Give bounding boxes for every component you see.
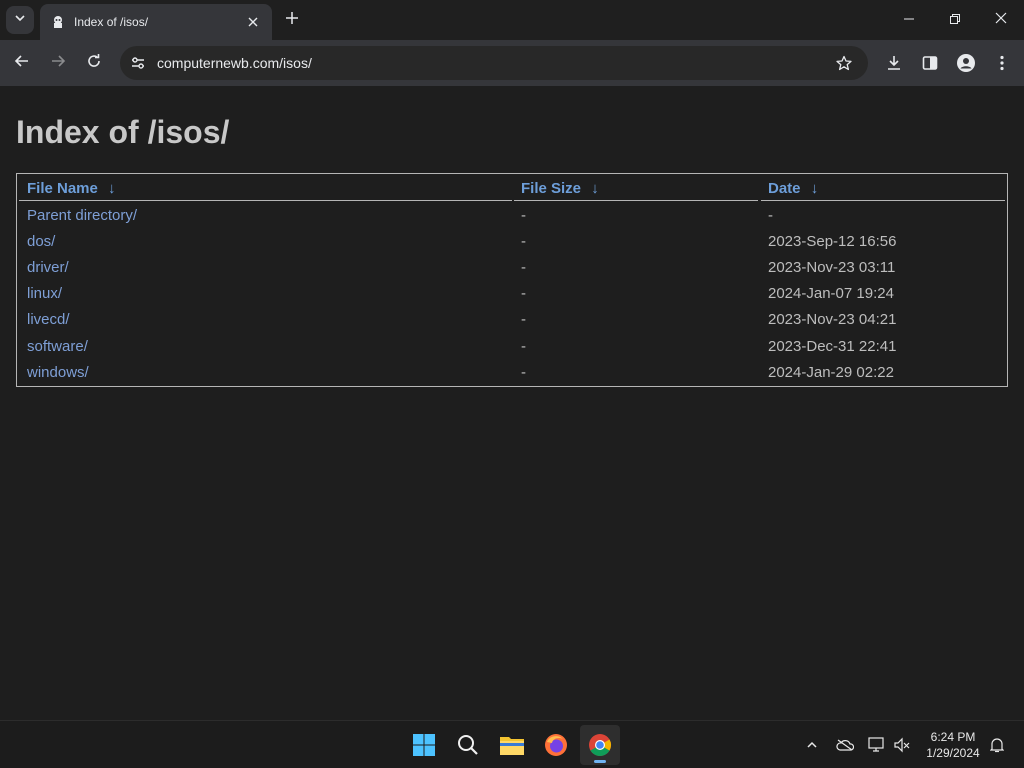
restore-button[interactable] — [932, 0, 978, 40]
chevron-up-icon[interactable] — [800, 733, 824, 757]
download-icon[interactable] — [878, 47, 910, 79]
firefox-icon[interactable] — [536, 725, 576, 765]
site-favicon-icon — [50, 14, 66, 30]
forward-button[interactable] — [42, 47, 74, 79]
table-row: windows/ - 2024-Jan-29 02:22 — [17, 360, 1007, 386]
directory-link[interactable]: driver/ — [27, 255, 69, 281]
kebab-menu-icon[interactable] — [986, 47, 1018, 79]
directory-link[interactable]: windows/ — [27, 360, 89, 386]
minimize-button[interactable] — [886, 0, 932, 40]
notification-bell-icon[interactable] — [985, 733, 1009, 757]
directory-link[interactable]: Parent directory/ — [27, 203, 137, 229]
date-cell: 2024-Jan-29 02:22 — [768, 364, 894, 381]
directory-link[interactable]: software/ — [27, 334, 88, 360]
directory-link[interactable]: dos/ — [27, 229, 55, 255]
close-icon — [995, 11, 1007, 29]
header-divider — [514, 200, 758, 201]
side-panel-icon[interactable] — [914, 47, 946, 79]
profile-icon[interactable] — [950, 47, 982, 79]
onedrive-icon[interactable] — [833, 733, 857, 757]
file-size-cell: - — [521, 259, 526, 276]
browser-tab-strip: Index of /isos/ — [0, 0, 1024, 40]
page-title: Index of /isos/ — [16, 114, 230, 150]
date-cell: 2023-Nov-23 03:11 — [768, 259, 896, 276]
search-icon[interactable] — [448, 725, 488, 765]
directory-link[interactable]: livecd/ — [27, 307, 70, 333]
file-size-cell: - — [521, 285, 526, 302]
date-cell: - — [768, 207, 773, 224]
directory-link[interactable]: linux/ — [27, 281, 62, 307]
active-app-indicator — [594, 760, 606, 763]
file-size-cell: - — [521, 311, 526, 328]
file-size-cell: - — [521, 233, 526, 250]
column-header-file-name[interactable]: File Name ↓ — [27, 180, 116, 197]
arrow-right-icon — [50, 53, 66, 74]
file-size-cell: - — [521, 338, 526, 355]
sort-arrow-icon: ↓ — [591, 180, 599, 197]
tune-icon[interactable] — [124, 49, 152, 77]
file-size-cell: - — [521, 364, 526, 381]
url-text: computernewb.com/isos/ — [157, 55, 312, 71]
windows-start-icon[interactable] — [404, 725, 444, 765]
reload-icon — [86, 53, 102, 74]
date-cell: 2024-Jan-07 19:24 — [768, 285, 894, 302]
new-tab-button[interactable] — [280, 8, 304, 32]
network-icon[interactable] — [865, 733, 889, 757]
volume-muted-icon[interactable] — [890, 733, 914, 757]
page-content: Index of /isos/ File Name ↓ File Size ↓ … — [0, 86, 1024, 720]
sort-arrow-icon: ↓ — [810, 180, 819, 197]
table-row: driver/ - 2023-Nov-23 03:11 — [17, 255, 1007, 281]
date-cell: 2023-Nov-23 04:21 — [768, 311, 897, 328]
tab-title: Index of /isos/ — [74, 15, 149, 29]
plus-icon — [286, 11, 298, 29]
restore-icon — [950, 11, 960, 29]
address-bar[interactable]: computernewb.com/isos/ — [120, 46, 868, 80]
column-header-label: File Size — [521, 180, 582, 197]
column-header-file-size[interactable]: File Size ↓ — [521, 180, 599, 197]
arrow-left-icon — [14, 53, 30, 74]
tab-search-button[interactable] — [6, 6, 34, 34]
chevron-down-icon — [14, 11, 26, 29]
windows-taskbar: 6:24 PM 1/29/2024 — [0, 720, 1024, 768]
header-divider — [19, 200, 512, 201]
column-header-label: Date — [768, 180, 801, 197]
table-row: software/ - 2023-Dec-31 22:41 — [17, 334, 1007, 360]
chrome-icon[interactable] — [580, 725, 620, 765]
close-window-button[interactable] — [978, 0, 1024, 40]
table-row: linux/ - 2024-Jan-07 19:24 — [17, 281, 1007, 307]
clock-date: 1/29/2024 — [926, 746, 980, 760]
reload-button[interactable] — [78, 47, 110, 79]
column-header-date[interactable]: Date ↓ — [768, 180, 818, 197]
header-divider — [761, 200, 1005, 201]
date-cell: 2023-Sep-12 16:56 — [768, 233, 897, 250]
table-header: File Name ↓ File Size ↓ Date ↓ — [17, 174, 1007, 201]
table-row: dos/ - 2023-Sep-12 16:56 — [17, 229, 1007, 255]
close-icon[interactable] — [244, 13, 262, 31]
browser-tab[interactable]: Index of /isos/ — [40, 4, 272, 40]
minimize-icon — [904, 11, 914, 29]
table-row: Parent directory/ - - — [17, 203, 1007, 229]
column-header-label: File Name — [27, 180, 98, 197]
sort-arrow-icon: ↓ — [108, 180, 116, 197]
clock-time: 6:24 PM — [930, 730, 976, 744]
file-listing-table: File Name ↓ File Size ↓ Date ↓ Parent di… — [16, 173, 1008, 387]
back-button[interactable] — [6, 47, 38, 79]
file-size-cell: - — [521, 207, 526, 224]
table-row: livecd/ - 2023-Nov-23 04:21 — [17, 307, 1007, 333]
file-explorer-icon[interactable] — [492, 725, 532, 765]
date-cell: 2023-Dec-31 22:41 — [768, 338, 897, 355]
browser-toolbar: computernewb.com/isos/ — [0, 40, 1024, 86]
system-clock[interactable]: 6:24 PM 1/29/2024 — [918, 729, 988, 761]
star-icon[interactable] — [830, 49, 858, 77]
